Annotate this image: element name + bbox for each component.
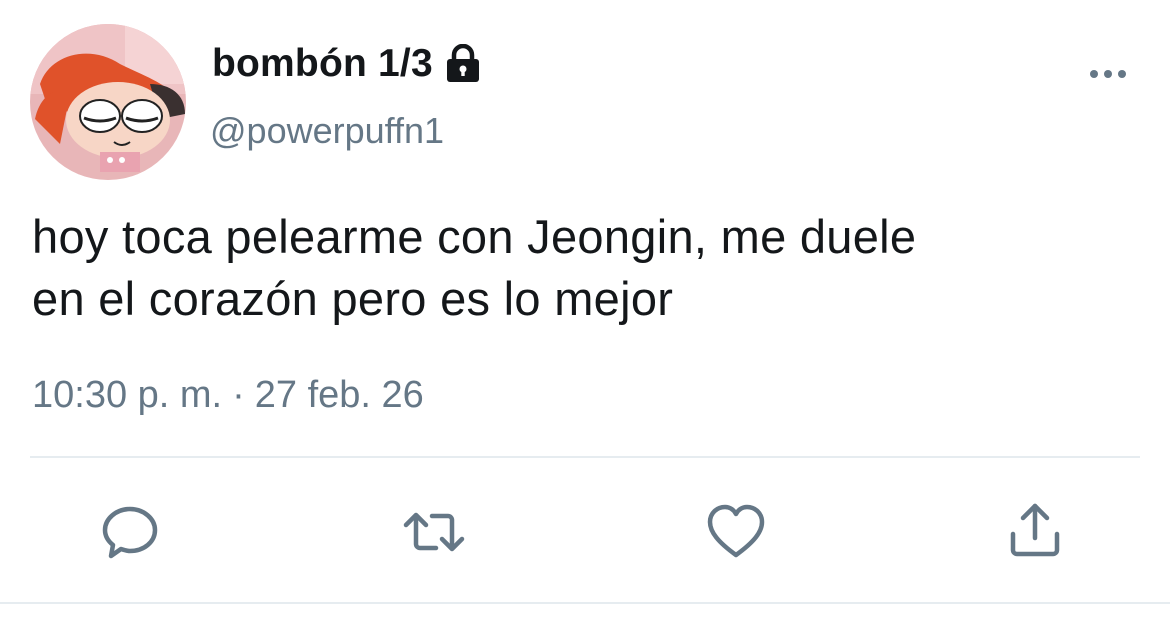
share-button[interactable] xyxy=(1003,500,1067,564)
reply-button[interactable] xyxy=(98,500,162,564)
tweet-text-line: en el corazón pero es lo mejor xyxy=(32,272,674,325)
share-upload-icon xyxy=(1010,503,1060,557)
tweet-card: bombón 1/3 @powerpuffn1 hoy toca pelearm… xyxy=(0,0,1170,621)
avatar-image xyxy=(30,24,186,180)
avatar[interactable] xyxy=(30,24,186,180)
bottom-divider xyxy=(0,602,1170,604)
heart-icon xyxy=(707,504,765,558)
divider xyxy=(30,456,1140,458)
tweet-time: 10:30 p. m. xyxy=(32,374,223,416)
more-horizontal-icon[interactable] xyxy=(1086,62,1130,86)
lock-icon xyxy=(443,43,483,84)
tweet-text: hoy toca pelearme con Jeongin, me duele … xyxy=(32,206,1142,330)
timestamp-separator: · xyxy=(232,374,245,416)
display-name-text: bombón 1/3 xyxy=(212,42,433,85)
like-button[interactable] xyxy=(704,500,768,564)
tweet-text-line: hoy toca pelearme con Jeongin, me duele xyxy=(32,210,917,263)
reply-bubble-icon xyxy=(102,506,158,559)
timestamp[interactable]: 10:30 p. m. · 27 feb. 26 xyxy=(32,374,424,417)
retweet-button[interactable] xyxy=(402,500,466,564)
retweet-icon xyxy=(403,512,465,552)
display-name[interactable]: bombón 1/3 xyxy=(212,42,483,86)
tweet-date: 27 feb. 26 xyxy=(254,374,424,416)
user-handle[interactable]: @powerpuffn1 xyxy=(210,110,444,152)
